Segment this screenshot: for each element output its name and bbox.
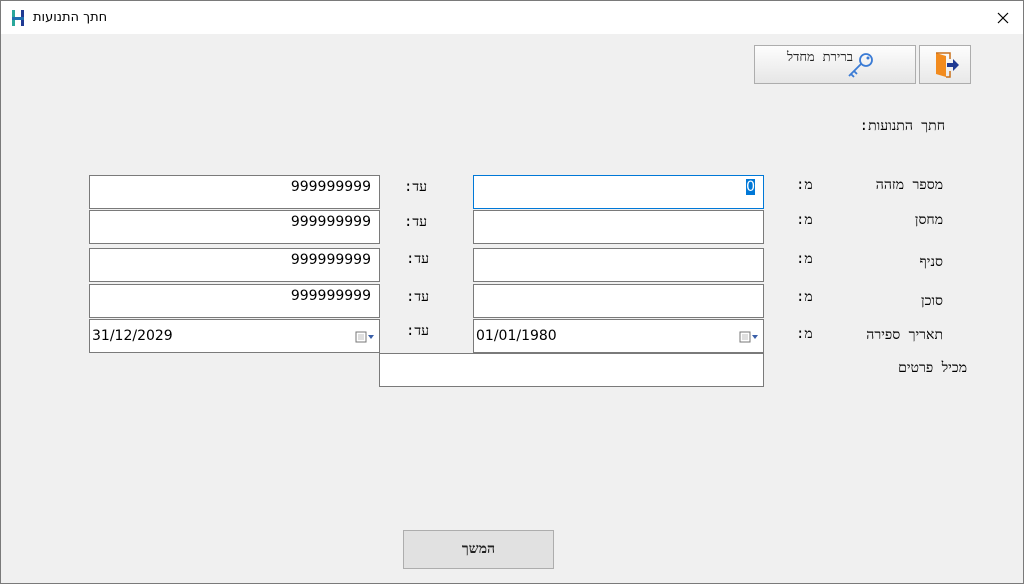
id-from-value: 0 xyxy=(746,179,755,195)
user-select-button[interactable]: ברירת מחדל xyxy=(754,45,916,84)
id-from-input[interactable]: 0 xyxy=(473,175,764,209)
dialog-window: חתך התנועות ברירת מחדל חתך התנועות: מספר… xyxy=(0,0,1024,584)
id-to-input[interactable]: 999999999 xyxy=(89,175,380,209)
title-bar: חתך התנועות xyxy=(1,1,1023,35)
contains-items-label: מכיל פרטים xyxy=(898,360,967,376)
from-label: מ: xyxy=(796,289,813,305)
warehouse-from-input[interactable] xyxy=(473,210,764,244)
to-label: עד: xyxy=(404,214,428,230)
id-to-value: 999999999 xyxy=(290,179,371,195)
count-date-to-picker[interactable]: 31/12/2029 xyxy=(89,319,380,353)
from-label: מ: xyxy=(796,212,813,228)
exit-button[interactable] xyxy=(919,45,971,84)
from-label: מ: xyxy=(796,326,813,342)
to-label: עד: xyxy=(406,289,430,305)
contains-items-input[interactable] xyxy=(379,353,764,387)
branch-to-value: 999999999 xyxy=(290,252,371,268)
agent-to-input[interactable]: 999999999 xyxy=(89,284,380,318)
from-label: מ: xyxy=(796,177,813,193)
agent-from-input[interactable] xyxy=(473,284,764,318)
row-label-agent: סוכן xyxy=(921,293,943,309)
close-button[interactable] xyxy=(983,1,1023,35)
to-label: עד: xyxy=(406,251,430,267)
close-icon xyxy=(997,12,1009,24)
count-date-from-picker[interactable]: 01/01/1980 xyxy=(473,319,764,353)
to-label: עד: xyxy=(406,323,430,339)
exit-door-icon xyxy=(936,51,959,78)
calendar-dropdown-icon[interactable] xyxy=(355,331,375,343)
key-icon xyxy=(848,53,873,78)
warehouse-to-value: 999999999 xyxy=(290,214,371,230)
branch-to-input[interactable]: 999999999 xyxy=(89,248,380,282)
continue-button[interactable]: המשך xyxy=(403,530,554,569)
agent-to-value: 999999999 xyxy=(290,288,371,304)
row-label-count-date: תאריך ספירה xyxy=(866,327,943,343)
section-title: חתך התנועות: xyxy=(859,118,945,134)
calendar-dropdown-icon[interactable] xyxy=(739,331,759,343)
row-label-warehouse: מחסן xyxy=(914,212,943,228)
branch-from-input[interactable] xyxy=(473,248,764,282)
from-label: מ: xyxy=(796,251,813,267)
row-label-id: מספר מזהה xyxy=(875,177,943,193)
count-date-from-value: 01/01/1980 xyxy=(476,328,557,344)
window-title: חתך התנועות xyxy=(33,10,108,25)
app-logo-icon xyxy=(12,10,24,26)
row-label-branch: סניף xyxy=(919,254,943,270)
warehouse-to-input[interactable]: 999999999 xyxy=(89,210,380,244)
count-date-to-value: 31/12/2029 xyxy=(92,328,173,344)
to-label: עד: xyxy=(404,179,428,195)
